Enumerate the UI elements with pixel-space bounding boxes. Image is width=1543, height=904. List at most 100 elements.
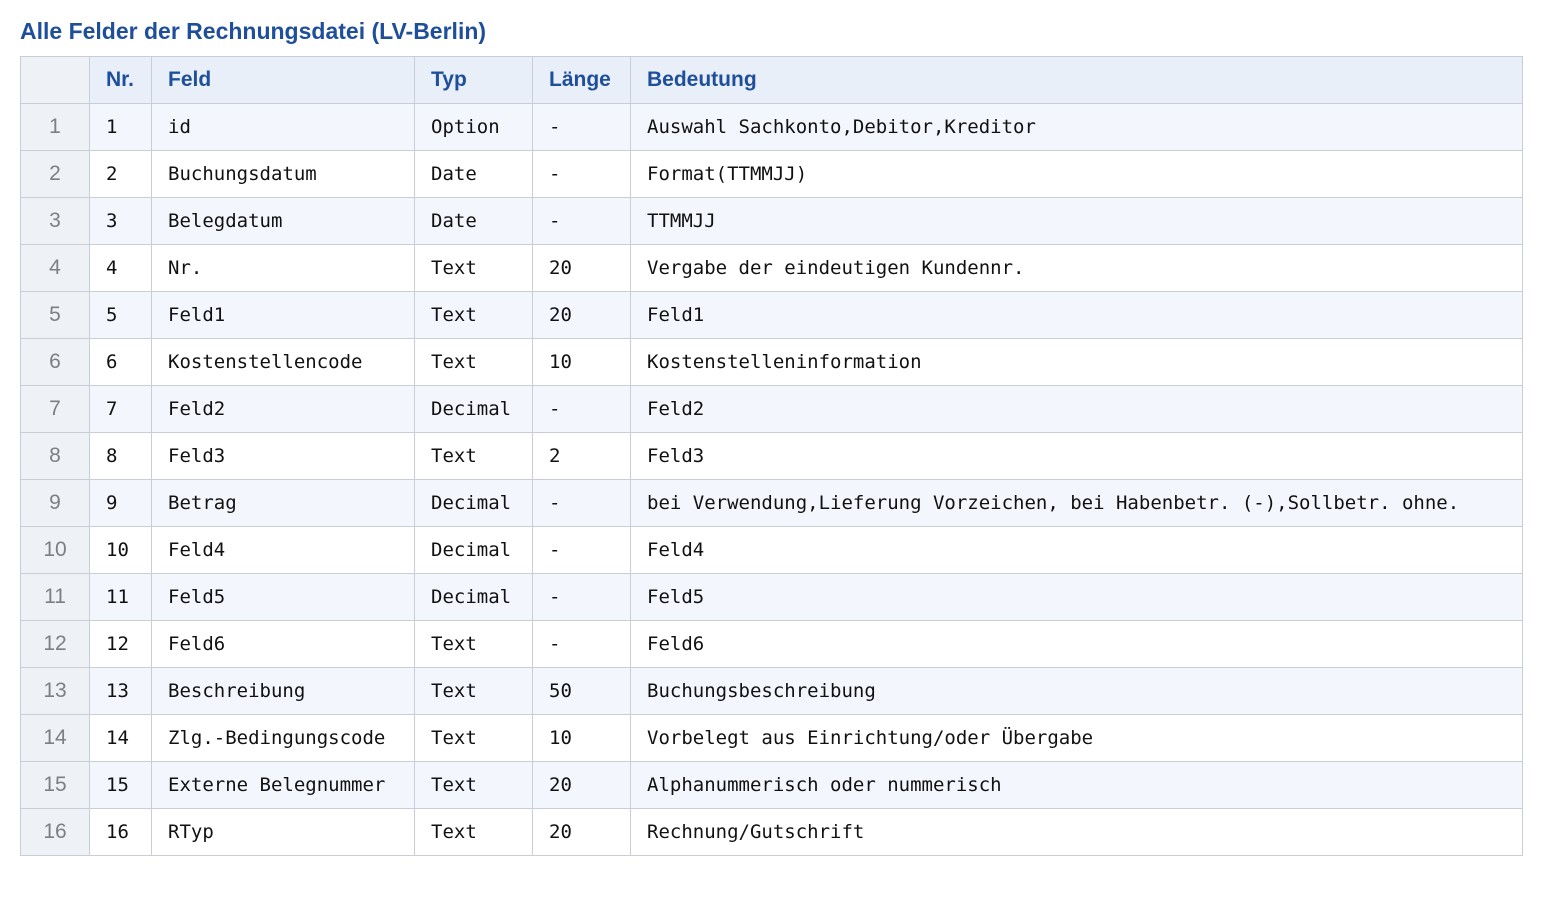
bedeutung-cell: Vergabe der eindeutigen Kundennr. — [630, 244, 1523, 292]
header-feld[interactable]: Feld — [151, 56, 415, 104]
typ-cell: Decimal — [414, 526, 533, 574]
typ-cell: Option — [414, 103, 533, 151]
table-row[interactable]: 14 14 Zlg.-Bedingungscode Text 10 Vorbelegt a… — [20, 714, 1523, 762]
laenge-cell: 20 — [532, 244, 631, 292]
typ-cell: Text — [414, 808, 533, 856]
nr-cell: 1 — [89, 103, 152, 151]
laenge-cell: 20 — [532, 761, 631, 809]
laenge-cell: - — [532, 526, 631, 574]
typ-cell: Text — [414, 291, 533, 339]
laenge-cell: - — [532, 103, 631, 151]
typ-cell: Decimal — [414, 385, 533, 433]
laenge-cell: - — [532, 150, 631, 198]
table-row[interactable]: 7 7 Feld2 Decimal - Feld2 — [20, 385, 1523, 433]
bedeutung-cell: Buchungsbeschreibung — [630, 667, 1523, 715]
header-index — [20, 56, 90, 104]
nr-cell: 16 — [89, 808, 152, 856]
table-row[interactable]: 4 4 Nr. Text 20 Vergabe der eindeutigen Kunde… — [20, 244, 1523, 292]
feld-cell: Zlg.-Bedingungscode — [151, 714, 415, 762]
laenge-cell: 20 — [532, 808, 631, 856]
laenge-cell: 20 — [532, 291, 631, 339]
feld-cell: Betrag — [151, 479, 415, 527]
feld-cell: Belegdatum — [151, 197, 415, 245]
nr-cell: 5 — [89, 291, 152, 339]
feld-cell: Buchungsdatum — [151, 150, 415, 198]
bedeutung-cell: Feld4 — [630, 526, 1523, 574]
bedeutung-cell: Alphanummerisch oder nummerisch — [630, 761, 1523, 809]
laenge-cell: - — [532, 620, 631, 668]
row-index-cell: 15 — [20, 761, 90, 809]
nr-cell: 11 — [89, 573, 152, 621]
row-index-cell: 13 — [20, 667, 90, 715]
typ-cell: Text — [414, 432, 533, 480]
laenge-cell: 2 — [532, 432, 631, 480]
row-index-cell: 14 — [20, 714, 90, 762]
row-index-cell: 3 — [20, 197, 90, 245]
nr-cell: 15 — [89, 761, 152, 809]
table-row[interactable]: 6 6 Kostenstellencode Text 10 Kostenstellenin… — [20, 338, 1523, 386]
laenge-cell: - — [532, 573, 631, 621]
feld-cell: Feld3 — [151, 432, 415, 480]
laenge-cell: 50 — [532, 667, 631, 715]
table-row[interactable]: 9 9 Betrag Decimal - bei Verwendung,Lieferung… — [20, 479, 1523, 527]
typ-cell: Text — [414, 714, 533, 762]
typ-cell: Text — [414, 620, 533, 668]
header-nr[interactable]: Nr. — [89, 56, 152, 104]
table-body: 1 1 id Option - Auswahl Sachkonto,Debitor,Kre… — [20, 103, 1523, 856]
nr-cell: 14 — [89, 714, 152, 762]
table-row[interactable]: 11 11 Feld5 Decimal - Feld5 — [20, 573, 1523, 621]
table-row[interactable]: 1 1 id Option - Auswahl Sachkonto,Debitor,Kre… — [20, 103, 1523, 151]
typ-cell: Decimal — [414, 479, 533, 527]
table-header: Nr. Feld Typ Länge Bedeutung — [20, 56, 1523, 104]
nr-cell: 7 — [89, 385, 152, 433]
nr-cell: 12 — [89, 620, 152, 668]
laenge-cell: 10 — [532, 338, 631, 386]
laenge-cell: - — [532, 197, 631, 245]
table-row[interactable]: 5 5 Feld1 Text 20 Feld1 — [20, 291, 1523, 339]
nr-cell: 10 — [89, 526, 152, 574]
typ-cell: Text — [414, 667, 533, 715]
table-row[interactable]: 10 10 Feld4 Decimal - Feld4 — [20, 526, 1523, 574]
row-index-cell: 4 — [20, 244, 90, 292]
bedeutung-cell: Feld6 — [630, 620, 1523, 668]
typ-cell: Text — [414, 338, 533, 386]
feld-cell: id — [151, 103, 415, 151]
bedeutung-cell: Feld5 — [630, 573, 1523, 621]
nr-cell: 4 — [89, 244, 152, 292]
row-index-cell: 6 — [20, 338, 90, 386]
bedeutung-cell: Auswahl Sachkonto,Debitor,Kreditor — [630, 103, 1523, 151]
page-title: Alle Felder der Rechnungsdatei (LV-Berli… — [20, 18, 487, 44]
feld-cell: Feld1 — [151, 291, 415, 339]
table-row[interactable]: 13 13 Beschreibung Text 50 Buchungsbeschreibu… — [20, 667, 1523, 715]
laenge-cell: - — [532, 385, 631, 433]
bedeutung-cell: Feld1 — [630, 291, 1523, 339]
row-index-cell: 2 — [20, 150, 90, 198]
nr-cell: 8 — [89, 432, 152, 480]
row-index-cell: 12 — [20, 620, 90, 668]
table-row[interactable]: 8 8 Feld3 Text 2 Feld3 — [20, 432, 1523, 480]
header-bedeutung[interactable]: Bedeutung — [630, 56, 1523, 104]
feld-cell: Nr. — [151, 244, 415, 292]
row-index-cell: 10 — [20, 526, 90, 574]
table-row[interactable]: 16 16 RTyp Text 20 Rechnung/Gutschrift — [20, 808, 1523, 856]
nr-cell: 9 — [89, 479, 152, 527]
nr-cell: 2 — [89, 150, 152, 198]
nr-cell: 13 — [89, 667, 152, 715]
header-typ[interactable]: Typ — [414, 56, 533, 104]
header-laenge[interactable]: Länge — [532, 56, 631, 104]
table-row[interactable]: 15 15 Externe Belegnummer Text 20 Alphanummer… — [20, 761, 1523, 809]
table-row[interactable]: 2 2 Buchungsdatum Date - Format(TTMMJJ) — [20, 150, 1523, 198]
row-index-cell: 11 — [20, 573, 90, 621]
nr-cell: 3 — [89, 197, 152, 245]
row-index-cell: 7 — [20, 385, 90, 433]
table-row[interactable]: 3 3 Belegdatum Date - TTMMJJ — [20, 197, 1523, 245]
row-index-cell: 5 — [20, 291, 90, 339]
laenge-cell: - — [532, 479, 631, 527]
feld-cell: Feld5 — [151, 573, 415, 621]
typ-cell: Text — [414, 761, 533, 809]
nr-cell: 6 — [89, 338, 152, 386]
feld-cell: Feld6 — [151, 620, 415, 668]
table-row[interactable]: 12 12 Feld6 Text - Feld6 — [20, 620, 1523, 668]
bedeutung-cell: Rechnung/Gutschrift — [630, 808, 1523, 856]
row-index-cell: 16 — [20, 808, 90, 856]
